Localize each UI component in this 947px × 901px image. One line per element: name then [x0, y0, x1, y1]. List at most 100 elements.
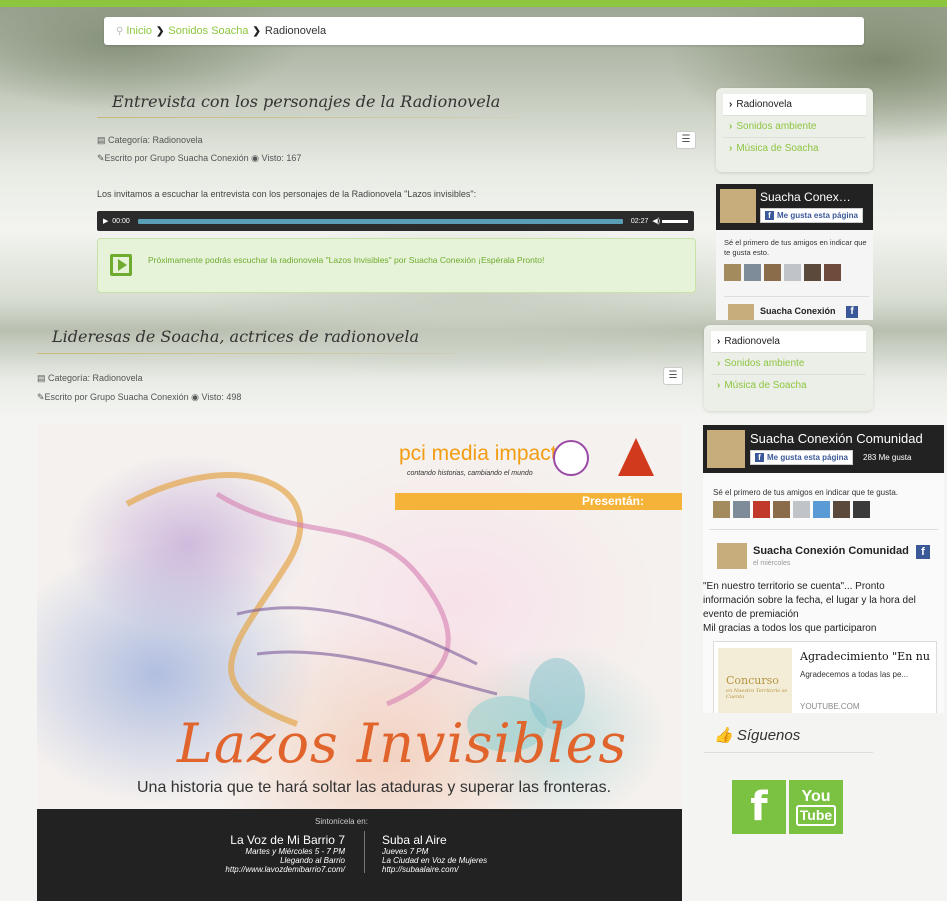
friend-avatar[interactable] — [744, 264, 761, 281]
facebook-widget-body: Sé el primero de tus amigos en indicar q… — [716, 230, 873, 320]
facebook-icon: f — [916, 545, 930, 559]
chevron-right-icon: ❯ — [252, 25, 261, 37]
chevron-right-icon: › — [717, 336, 721, 347]
friend-avatar[interactable] — [853, 501, 870, 518]
link-thumbnail: Concurso en Nuestro Territorio se Cuenta — [718, 648, 792, 713]
chevron-right-icon: › — [729, 121, 733, 132]
poster-tagline: Una historia que te hará soltar las atad… — [137, 779, 612, 796]
facebook-follow-icon[interactable]: f — [732, 780, 786, 834]
facebook-page-header[interactable]: Suacha Conexión Comunidad f Me gusta esta… — [703, 425, 944, 473]
facebook-page-header[interactable]: Suacha Conex… f Me gusta esta página — [716, 184, 873, 230]
page-avatar — [707, 430, 745, 468]
chevron-right-icon: ❯ — [156, 25, 165, 37]
contest-sub: en Nuestro Territorio se Cuenta — [726, 688, 788, 700]
friend-avatar[interactable] — [833, 501, 850, 518]
friend-avatar[interactable] — [713, 501, 730, 518]
station-schedule: Martes y Miércoles 5 - 7 PM — [245, 847, 345, 856]
radionovela-poster-image: pci media impact contando historias, cam… — [37, 424, 682, 901]
friend-avatar[interactable] — [733, 501, 750, 518]
facebook-friends-text: Sé el primero de tus amigos en indicar q… — [724, 238, 867, 257]
partner-triangle-logo — [618, 438, 654, 476]
friend-avatar[interactable] — [724, 264, 741, 281]
eye-icon: ◉ — [251, 153, 260, 163]
facebook-like-button[interactable]: f Me gusta esta página — [750, 450, 853, 465]
facebook-friends-avatars — [713, 501, 873, 523]
follow-us-heading: 👍 Síguenos — [714, 727, 801, 744]
facebook-icon: f — [765, 211, 774, 220]
sidebar-menu: › Radionovela › Sonidos ambiente › Música d… — [704, 325, 873, 411]
breadcrumb: ⚲ Inicio ❯ Sonidos Soacha ❯ Radionovela — [104, 17, 864, 45]
pencil-icon: ✎ — [97, 153, 105, 163]
facebook-icon: f — [846, 306, 858, 318]
article-title[interactable]: Lideresas de Soacha, actrices de radiono… — [52, 327, 419, 346]
contest-label: Concurso — [726, 674, 779, 687]
breadcrumb-section-link[interactable]: Sonidos Soacha — [168, 25, 248, 37]
page-avatar — [720, 189, 756, 223]
title-divider — [37, 353, 457, 354]
chevron-right-icon: › — [717, 380, 721, 391]
friend-avatar[interactable] — [784, 264, 801, 281]
friend-avatar[interactable] — [764, 264, 781, 281]
shared-link-card[interactable]: Concurso en Nuestro Territorio se Cuenta… — [713, 641, 937, 713]
sidebar-item-sonidos-ambiente[interactable]: › Sonidos ambiente — [723, 116, 866, 138]
friend-avatar[interactable] — [753, 501, 770, 518]
station-url: http://subaalaire.com/ — [382, 865, 459, 874]
facebook-widget-body: Sé el primero de tus amigos en indicar q… — [703, 473, 944, 713]
play-box-icon — [110, 254, 132, 276]
location-pin-icon: ⚲ — [116, 25, 124, 37]
divider — [704, 752, 873, 753]
pencil-icon: ✎ — [37, 392, 45, 402]
friend-avatar[interactable] — [773, 501, 790, 518]
sidebar-item-musica-de-soacha[interactable]: › Música de Soacha — [723, 138, 866, 159]
audio-duration: 02:27 — [630, 217, 649, 225]
facebook-page-name[interactable]: Suacha Conexión Comunidad — [750, 431, 923, 446]
chevron-right-icon: › — [729, 99, 733, 110]
sidebar-item-musica-de-soacha[interactable]: › Música de Soacha — [711, 375, 866, 396]
friend-avatar[interactable] — [804, 264, 821, 281]
friend-avatar[interactable] — [813, 501, 830, 518]
article-tools-button[interactable]: ☰ — [663, 367, 683, 385]
audio-progress-bar[interactable] — [137, 218, 623, 224]
divider — [709, 529, 938, 530]
facebook-like-button[interactable]: f Me gusta esta página — [760, 208, 863, 223]
station-2: Suba al Aire Jueves 7 PM La Ciudad en Vo… — [382, 833, 542, 874]
title-divider — [97, 117, 517, 118]
facebook-page-name[interactable]: Suacha Conex… — [760, 190, 851, 204]
station-show: La Ciudad en Voz de Mujeres — [382, 856, 488, 865]
sidebar-item-radionovela[interactable]: › Radionovela — [711, 331, 866, 353]
sidebar-item-sonidos-ambiente[interactable]: › Sonidos ambiente — [711, 353, 866, 375]
volume-icon[interactable]: ◀) — [652, 217, 660, 225]
thumbs-up-icon: 👍 — [714, 727, 733, 744]
breadcrumb-home-link[interactable]: Inicio — [126, 25, 152, 37]
friend-avatar[interactable] — [824, 264, 841, 281]
top-accent-bar — [0, 0, 947, 7]
audio-current-time: 00:00 — [112, 217, 130, 225]
play-icon[interactable]: ▶ — [103, 217, 108, 225]
friend-avatar[interactable] — [793, 501, 810, 518]
present-banner: Presentán: — [395, 493, 682, 510]
article-tools-button[interactable]: ☰ — [676, 131, 696, 149]
article-author: ✎Escrito por Grupo Suacha Conexión ◉ Vis… — [97, 153, 302, 163]
link-description: Agradecemos a todas las pe... — [800, 670, 909, 679]
post-text-2: Mil gracias a todos los que participaron — [703, 623, 877, 634]
chevron-right-icon: › — [729, 143, 733, 154]
article-author: ✎Escrito por Grupo Suacha Conexión ◉ Vis… — [37, 392, 242, 402]
audio-player[interactable]: ▶ 00:00 02:27 ◀) — [97, 211, 694, 231]
sidebar-menu: › Radionovela › Sonidos ambiente › Música d… — [716, 88, 873, 172]
link-title[interactable]: Agradecimiento "En nu — [800, 650, 930, 663]
volume-slider[interactable] — [662, 219, 688, 223]
divider — [724, 296, 869, 297]
facebook-icon: f — [755, 453, 764, 462]
notice-text: Próximamente podrás escuchar la radionov… — [148, 255, 545, 265]
post-author[interactable]: Suacha Conexión — [760, 306, 836, 316]
post-date[interactable]: el miércoles — [753, 560, 790, 567]
article-title[interactable]: Entrevista con los personajes de la Radi… — [112, 92, 500, 111]
post-avatar — [717, 543, 747, 569]
youtube-follow-icon[interactable]: You Tube — [789, 780, 843, 834]
post-text: "En nuestro territorio se cuenta"... Pro… — [703, 581, 916, 620]
logo-tagline: contando historias, cambiando el mundo — [407, 470, 533, 477]
post-author[interactable]: Suacha Conexión Comunidad — [753, 545, 909, 557]
partner-seal-icon — [553, 440, 589, 476]
sidebar-item-radionovela[interactable]: › Radionovela — [723, 94, 866, 116]
station-show: Llegando al Barrio — [280, 856, 345, 865]
